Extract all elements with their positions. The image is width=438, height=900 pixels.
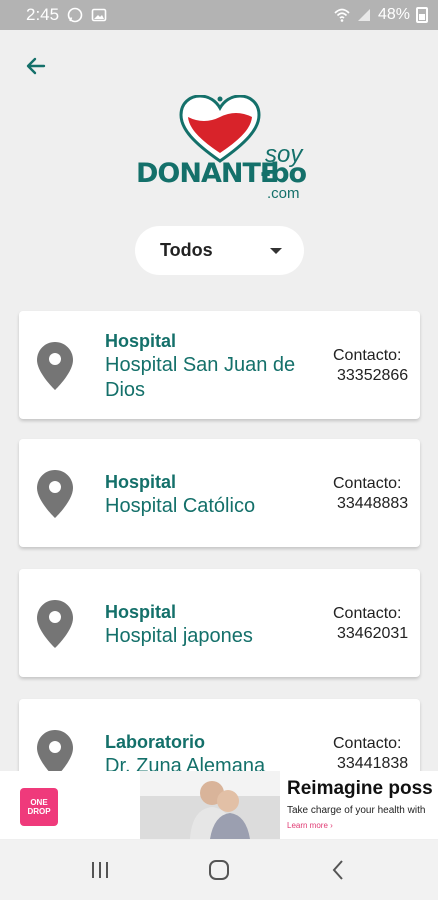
- filter-selected-value: Todos: [160, 240, 213, 260]
- system-back-button[interactable]: [318, 850, 358, 890]
- ad-image: [140, 771, 280, 839]
- contact-phone[interactable]: 33462031: [333, 624, 408, 644]
- back-nav-icon: [332, 860, 344, 880]
- image-icon: [91, 8, 107, 22]
- app-logo: DONANTE soy -bo .com: [134, 95, 309, 207]
- status-time: 2:45: [26, 5, 60, 24]
- card-type: Hospital: [105, 602, 177, 622]
- ad-logo-line1: ONE: [30, 798, 48, 807]
- system-nav-bar: [0, 840, 438, 900]
- contact-phone[interactable]: 33448883: [333, 494, 408, 514]
- battery-percent: 48%: [377, 6, 410, 23]
- ad-photo-icon: [140, 771, 280, 839]
- arrow-left-icon: [26, 57, 46, 75]
- ad-title: Reimagine poss: [287, 778, 433, 799]
- card-type: Hospital: [105, 472, 177, 492]
- logo-com: .com: [267, 185, 300, 202]
- card-type: Laboratorio: [105, 732, 206, 752]
- card-name: Hospital San Juan de Dios: [105, 354, 296, 401]
- location-pin-icon: [37, 600, 73, 648]
- whatsapp-icon: [67, 7, 83, 23]
- filter-dropdown[interactable]: Todos: [135, 226, 304, 275]
- contact-label: Contacto:: [333, 347, 402, 364]
- location-pin-icon: [37, 470, 73, 518]
- ad-learn-more-link[interactable]: Learn more ›: [287, 821, 333, 830]
- contact-label: Contacto:: [333, 475, 402, 492]
- card-contact: Contacto: 33462031: [333, 604, 408, 644]
- card-contact: Contacto: 33352866: [333, 346, 408, 386]
- card-name: Hospital Católico: [105, 495, 256, 517]
- back-button[interactable]: [20, 50, 52, 82]
- home-icon: [208, 860, 229, 880]
- location-pin-icon: [37, 342, 73, 390]
- location-card[interactable]: Hospital Hospital japones Contacto: 3346…: [19, 569, 420, 677]
- ad-subtitle: Take charge of your health with: [287, 805, 426, 816]
- home-button[interactable]: [199, 850, 239, 890]
- ad-logo: ONE DROP: [20, 788, 58, 826]
- card-type: Hospital: [105, 331, 177, 351]
- location-card[interactable]: Hospital Hospital Católico Contacto: 334…: [19, 439, 420, 547]
- ad-banner[interactable]: ONE DROP Reimagine poss Take charge of y…: [0, 771, 438, 839]
- logo-wordmark: DONANTE: [136, 158, 278, 189]
- status-left: 2:45: [26, 5, 107, 25]
- status-bar: 2:45 48%: [0, 0, 438, 30]
- battery-icon: [416, 7, 428, 23]
- ad-logo-line2: DROP: [27, 807, 51, 816]
- recent-apps-icon: [91, 862, 108, 878]
- card-contact: Contacto: 33448883: [333, 474, 408, 514]
- contact-label: Contacto:: [333, 735, 402, 752]
- caret-down-icon: [270, 247, 282, 254]
- recent-apps-button[interactable]: [80, 850, 120, 890]
- card-contact: Contacto: 33441838: [333, 734, 408, 774]
- location-card[interactable]: Hospital Hospital San Juan de Dios Conta…: [19, 311, 420, 419]
- contact-label: Contacto:: [333, 605, 402, 622]
- card-name: Hospital japones: [105, 625, 253, 647]
- signal-icon: [357, 9, 370, 21]
- contact-phone[interactable]: 33352866: [333, 366, 408, 386]
- wifi-icon: [334, 8, 350, 22]
- status-right: 48%: [334, 6, 428, 24]
